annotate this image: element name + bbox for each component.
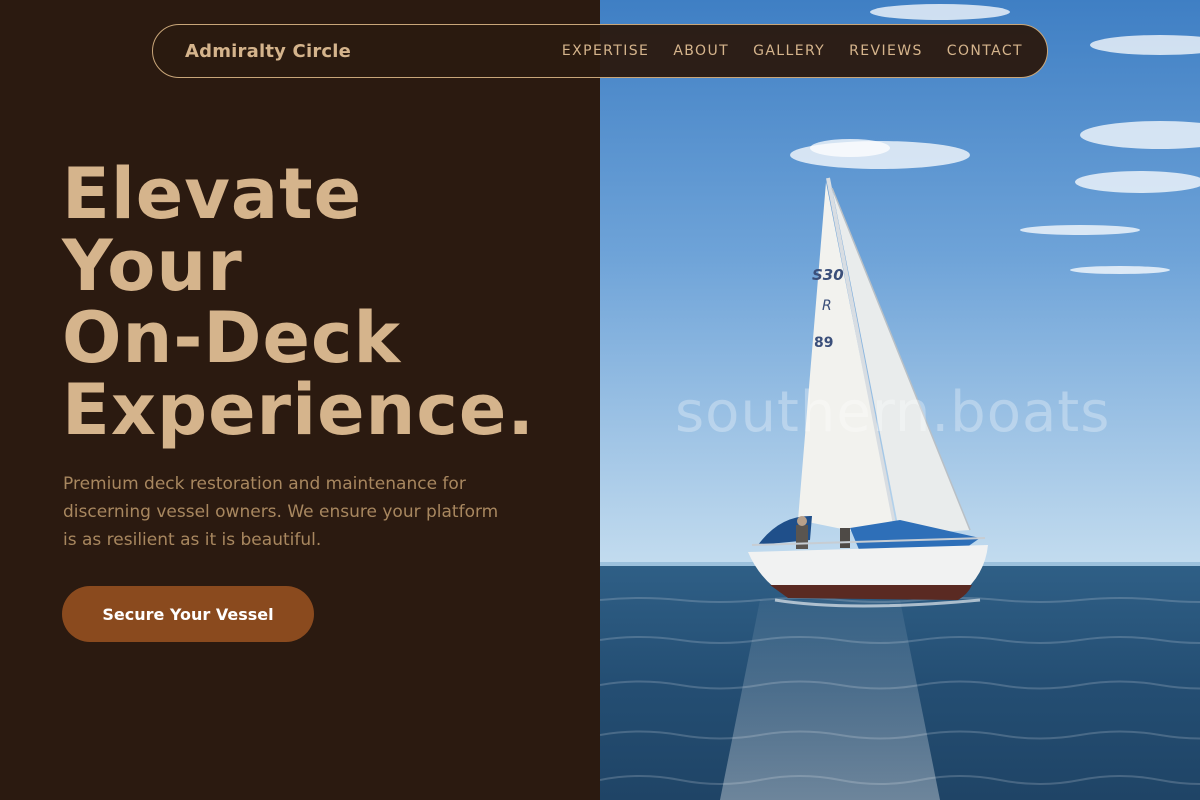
nav-link-contact[interactable]: CONTACT	[947, 43, 1023, 59]
nav-links: EXPERTISE ABOUT GALLERY REVIEWS CONTACT	[562, 43, 1023, 59]
nav-link-about[interactable]: ABOUT	[673, 43, 729, 59]
sail-mark-s30: S30	[812, 266, 844, 284]
hero-description: Premium deck restoration and maintenance…	[63, 474, 499, 550]
sail-mark-r: R	[822, 298, 832, 314]
headline-line: Experience.	[62, 369, 535, 451]
photo-watermark: southern.boats	[675, 380, 1111, 445]
nav-link-expertise[interactable]: EXPERTISE	[562, 43, 649, 59]
nav-link-gallery[interactable]: GALLERY	[753, 43, 825, 59]
brand-logo-text[interactable]: Admiralty Circle	[185, 41, 351, 62]
top-navbar: Admiralty Circle EXPERTISE ABOUT GALLERY…	[152, 24, 1048, 78]
headline-line: Elevate	[62, 153, 363, 235]
sail-mark-89: 89	[814, 335, 833, 351]
nav-link-reviews[interactable]: REVIEWS	[849, 43, 923, 59]
hero-headline: Elevate Your On-Deck Experience.	[62, 158, 535, 446]
headline-line: On-Deck	[62, 297, 402, 379]
secure-vessel-button[interactable]: Secure Your Vessel	[62, 586, 314, 642]
headline-line: Your	[62, 225, 243, 307]
